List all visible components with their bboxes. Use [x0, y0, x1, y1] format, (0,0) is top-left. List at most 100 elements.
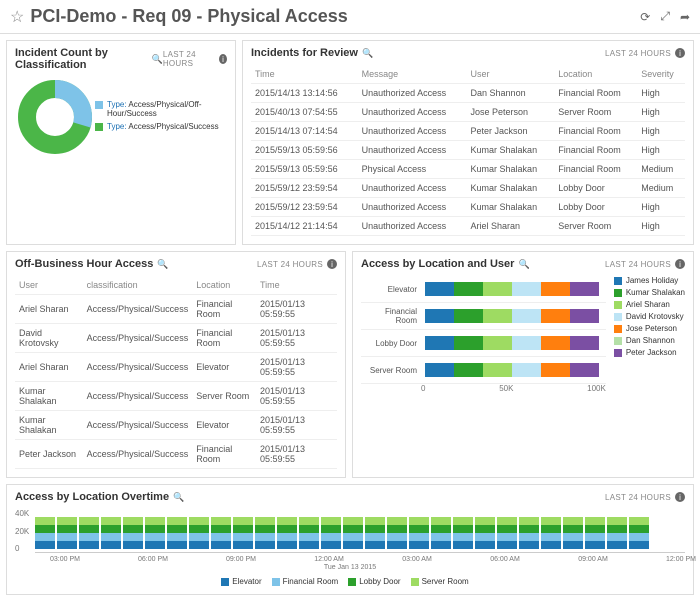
legend-item[interactable]: Ariel Sharan [614, 300, 685, 309]
axis-tick: 40K [15, 509, 29, 518]
refresh-icon[interactable]: ⟳ [640, 10, 650, 24]
table-row[interactable]: Peter JacksonAccess/Physical/SuccessFina… [15, 440, 337, 469]
axis-tick: 100K [587, 384, 606, 393]
table-row[interactable]: 2015/14/13 07:14:54Unauthorized AccessPe… [251, 122, 685, 141]
overtime-chart [35, 509, 685, 553]
panel-title: Off-Business Hour Access [15, 258, 153, 270]
offhour-table: UserclassificationLocationTime Ariel Sha… [15, 276, 337, 469]
column-header[interactable]: Time [251, 65, 358, 84]
panel-title: Incident Count by Classification [15, 47, 148, 71]
panel-incidents-review: Incidents for Review 🔍 LAST 24 HOURS i T… [242, 40, 694, 245]
stacked-bar [425, 282, 602, 296]
axis-label: Lobby Door [361, 330, 421, 357]
incidents-table: TimeMessageUserLocationSeverity 2015/14/… [251, 65, 685, 236]
stacked-bar [365, 509, 385, 549]
stacked-bar [145, 509, 165, 549]
table-row[interactable]: 2015/14/12 21:14:54Unauthorized AccessAr… [251, 217, 685, 236]
axis-tick: 06:00 AM [483, 556, 527, 563]
column-header[interactable]: Severity [637, 65, 685, 84]
panel-title: Access by Location and User [361, 258, 514, 270]
table-row[interactable]: Kumar ShalakanAccess/Physical/SuccessSer… [15, 382, 337, 411]
panel-offhour-access: Off-Business Hour Access 🔍 LAST 24 HOURS… [6, 251, 346, 478]
table-row[interactable]: David KrotovskyAccess/Physical/SuccessFi… [15, 324, 337, 353]
stacked-bar [211, 509, 231, 549]
time-range-label: LAST 24 HOURS [605, 260, 671, 269]
stacked-bar [629, 509, 649, 549]
table-row[interactable]: Ariel SharanAccess/Physical/SuccessFinan… [15, 295, 337, 324]
column-header[interactable]: Time [256, 276, 337, 295]
magnify-icon[interactable]: 🔍 [518, 259, 529, 270]
export-icon[interactable]: ➦ [680, 10, 690, 24]
stacked-bar [277, 509, 297, 549]
table-row[interactable]: Ariel SharanAccess/Physical/SuccessEleva… [15, 353, 337, 382]
table-row[interactable]: 2015/59/12 23:59:54Unauthorized AccessKu… [251, 198, 685, 217]
table-row[interactable]: 2015/59/13 05:59:56Physical AccessKumar … [251, 160, 685, 179]
stacked-bar [189, 509, 209, 549]
stacked-bar [607, 509, 627, 549]
axis-sublabel: Tue Jan 13 2015 [15, 564, 685, 571]
legend-item[interactable]: Jose Peterson [614, 324, 685, 333]
magnify-icon[interactable]: 🔍 [152, 54, 163, 65]
legend-item[interactable]: Financial Room [272, 577, 339, 586]
panel-location-user: Access by Location and User 🔍 LAST 24 HO… [352, 251, 694, 478]
page-title: PCI-Demo - Req 09 - Physical Access [30, 6, 630, 27]
magnify-icon[interactable]: 🔍 [173, 492, 184, 503]
legend-item[interactable]: Type: Access/Physical/Off-Hour/Success [95, 100, 227, 118]
axis-tick: 50K [499, 384, 513, 393]
axis-tick: 03:00 AM [395, 556, 439, 563]
stacked-bar [343, 509, 363, 549]
panel-title: Incidents for Review [251, 47, 358, 59]
info-icon[interactable]: i [219, 54, 227, 64]
legend-item[interactable]: Kumar Shalakan [614, 288, 685, 297]
column-header[interactable]: Location [192, 276, 256, 295]
axis-tick: 12:00 AM [307, 556, 351, 563]
info-icon[interactable]: i [327, 259, 337, 269]
info-icon[interactable]: i [675, 492, 685, 502]
time-range-label: LAST 24 HOURS [605, 493, 671, 502]
fullscreen-icon[interactable]: ⤢ [660, 9, 670, 24]
stacked-bar [101, 509, 121, 549]
table-row[interactable]: 2015/59/12 23:59:54Unauthorized AccessKu… [251, 179, 685, 198]
favorite-star-icon[interactable]: ☆ [10, 7, 24, 27]
axis-tick: 0 [15, 544, 29, 553]
legend-item[interactable]: Dan Shannon [614, 336, 685, 345]
stacked-bar [497, 509, 517, 549]
legend-item[interactable]: Type: Access/Physical/Success [95, 122, 227, 131]
column-header[interactable]: User [467, 65, 555, 84]
time-range-label: LAST 24 HOURS [257, 260, 323, 269]
axis-label: Financial Room [361, 303, 421, 330]
legend-item[interactable]: Server Room [411, 577, 469, 586]
legend: Elevator Financial Room Lobby Door Server R… [15, 577, 685, 586]
table-row[interactable]: 2015/59/13 05:59:56Unauthorized AccessKu… [251, 141, 685, 160]
table-row[interactable]: 2015/40/13 07:54:55Unauthorized AccessJo… [251, 103, 685, 122]
stacked-bar [79, 509, 99, 549]
stacked-bar [585, 509, 605, 549]
stacked-bar [409, 509, 429, 549]
axis-tick: 03:00 PM [43, 556, 87, 563]
axis-label: Elevator [361, 276, 421, 303]
legend-item[interactable]: Lobby Door [348, 577, 400, 586]
stacked-bar [57, 509, 77, 549]
stacked-bar [425, 309, 602, 323]
stacked-bar [453, 509, 473, 549]
legend-item[interactable]: Peter Jackson [614, 348, 685, 357]
panel-location-overtime: Access by Location Overtime 🔍 LAST 24 HO… [6, 484, 694, 595]
column-header[interactable]: Location [554, 65, 637, 84]
axis-tick: 09:00 PM [219, 556, 263, 563]
table-row[interactable]: 2015/14/13 13:14:56Unauthorized AccessDa… [251, 84, 685, 103]
column-header[interactable]: Message [358, 65, 467, 84]
table-row[interactable]: Kumar ShalakanAccess/Physical/SuccessEle… [15, 411, 337, 440]
time-range-label: LAST 24 HOURS [163, 50, 215, 68]
info-icon[interactable]: i [675, 259, 685, 269]
magnify-icon[interactable]: 🔍 [157, 259, 168, 270]
column-header[interactable]: User [15, 276, 83, 295]
info-icon[interactable]: i [675, 48, 685, 58]
column-header[interactable]: classification [83, 276, 193, 295]
legend-item[interactable]: James Holiday [614, 276, 685, 285]
stacked-bar [387, 509, 407, 549]
stacked-bar [425, 363, 602, 377]
magnify-icon[interactable]: 🔍 [362, 48, 373, 59]
legend-swatch [95, 101, 103, 109]
legend-item[interactable]: David Krotovsky [614, 312, 685, 321]
legend-item[interactable]: Elevator [221, 577, 261, 586]
